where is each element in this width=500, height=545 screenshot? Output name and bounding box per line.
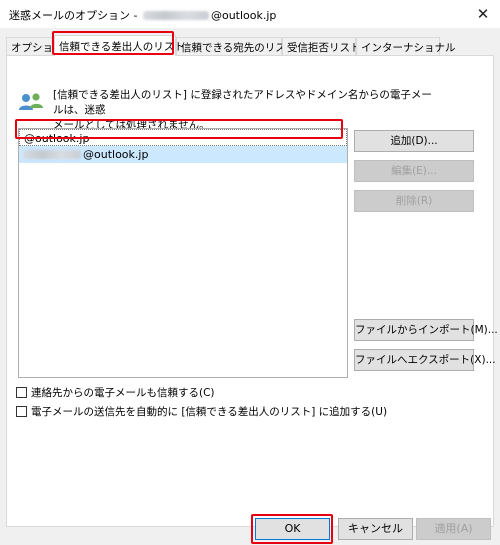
tab-strip: オプション 信頼できる差出人のリスト 信頼できる宛先のリスト 受信拒否リスト イ…: [6, 35, 494, 56]
trust-contacts-checkbox[interactable]: [16, 387, 27, 398]
dialog-body: オプション 信頼できる差出人のリスト 信頼できる宛先のリスト 受信拒否リスト イ…: [0, 28, 500, 545]
redacted-account: [142, 11, 209, 20]
trust-contacts-option[interactable]: 連絡先からの電子メールも信頼する(C): [16, 385, 215, 400]
close-icon: ✕: [476, 5, 490, 23]
tab-options[interactable]: オプション: [6, 37, 64, 55]
edit-button[interactable]: 編集(E)...: [354, 160, 474, 182]
description-line-1: [信頼できる差出人のリスト] に登録されたアドレスやドメイン名からの電子メールは…: [53, 89, 432, 116]
people-icon: [19, 93, 43, 110]
trust-contacts-label: 連絡先からの電子メールも信頼する(C): [31, 387, 215, 399]
redacted-username: [23, 150, 81, 159]
import-button[interactable]: ファイルからインポート(M)...: [354, 319, 498, 341]
ok-button[interactable]: OK: [255, 518, 330, 540]
window-title: 迷惑メールのオプション - @outlook.jp: [9, 7, 276, 23]
list-item-text: @outlook.jp: [83, 148, 149, 161]
tab-international[interactable]: インターナショナル: [356, 37, 456, 55]
tab-panel: [信頼できる差出人のリスト] に登録されたアドレスやドメイン名からの電子メールは…: [6, 55, 498, 527]
safe-senders-list[interactable]: @outlook.jp @outlook.jp: [18, 128, 348, 378]
export-button[interactable]: ファイルへエクスポート(X)...: [354, 349, 496, 371]
auto-add-recipients-checkbox[interactable]: [16, 406, 27, 417]
tab-blocked-senders[interactable]: 受信拒否リスト: [282, 37, 361, 55]
add-button[interactable]: 追加(D)...: [354, 130, 474, 152]
list-item[interactable]: @outlook.jp: [19, 129, 347, 146]
title-bar: 迷惑メールのオプション - @outlook.jp ✕: [0, 0, 500, 28]
close-button[interactable]: ✕: [466, 0, 500, 28]
auto-add-recipients-label: 電子メールの送信先を自動的に [信頼できる差出人のリスト] に追加する(U): [31, 406, 388, 418]
cancel-button[interactable]: キャンセル: [338, 518, 413, 540]
apply-button[interactable]: 適用(A): [416, 518, 491, 540]
tab-safe-recipients[interactable]: 信頼できる宛先のリスト: [176, 37, 296, 55]
description-text: [信頼できる差出人のリスト] に登録されたアドレスやドメイン名からの電子メールは…: [53, 88, 433, 133]
tab-safe-senders[interactable]: 信頼できる差出人のリスト: [54, 35, 185, 56]
remove-button[interactable]: 削除(R): [354, 190, 474, 212]
window-title-suffix: @outlook.jp: [210, 9, 277, 22]
list-item-selected[interactable]: @outlook.jp: [19, 146, 347, 163]
auto-add-recipients-option[interactable]: 電子メールの送信先を自動的に [信頼できる差出人のリスト] に追加する(U): [16, 404, 387, 419]
window-title-prefix: 迷惑メールのオプション -: [9, 9, 141, 22]
